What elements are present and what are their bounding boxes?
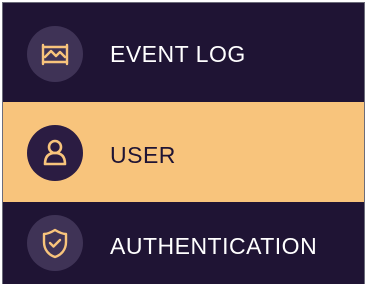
- menu-item-label: EVENT LOG: [110, 41, 246, 67]
- shield-check-icon-glyph: [42, 228, 68, 259]
- menu-panel: EVENT LOG USER AUTHENTICATION: [2, 2, 365, 284]
- menu-item-label: AUTHENTICATION: [110, 233, 318, 259]
- menu-item-event-log[interactable]: EVENT LOG: [3, 3, 364, 102]
- user-icon-glyph: [43, 139, 67, 166]
- user-icon: [27, 125, 83, 181]
- menu-frame: EVENT LOG USER AUTHENTICATION: [0, 0, 381, 284]
- event-log-icon: [27, 26, 83, 82]
- event-log-icon-glyph: [41, 43, 69, 66]
- menu-item-authentication[interactable]: AUTHENTICATION: [3, 202, 364, 284]
- shield-check-icon: [27, 215, 83, 271]
- menu-item-label: USER: [110, 142, 176, 168]
- menu-item-user[interactable]: USER: [3, 102, 364, 202]
